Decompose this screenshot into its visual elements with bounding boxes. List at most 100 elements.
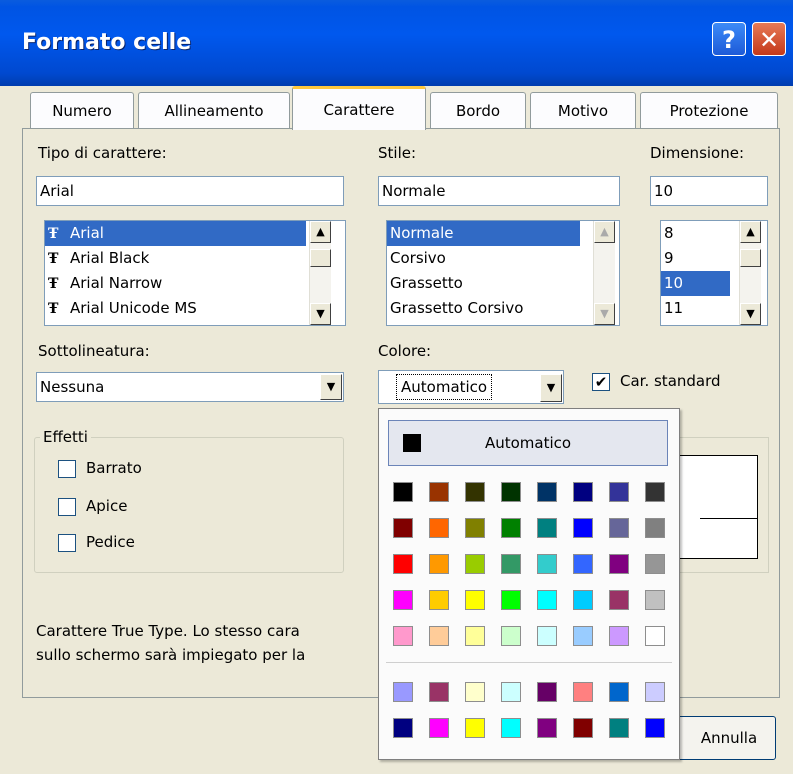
- standard-font-checkbox[interactable]: ✔: [592, 373, 610, 391]
- style-option[interactable]: Grassetto: [387, 271, 619, 296]
- color-swatch[interactable]: [645, 626, 665, 646]
- color-swatch[interactable]: [573, 518, 593, 538]
- size-list-scrollbar[interactable]: ▲ ▼: [739, 221, 761, 325]
- color-swatch[interactable]: [465, 682, 485, 702]
- color-swatch[interactable]: [501, 482, 521, 502]
- color-swatch[interactable]: [429, 482, 449, 502]
- color-swatch[interactable]: [537, 718, 557, 738]
- scroll-thumb[interactable]: [740, 249, 761, 267]
- color-swatch[interactable]: [465, 554, 485, 574]
- color-swatch[interactable]: [501, 626, 521, 646]
- style-option[interactable]: Corsivo: [387, 246, 619, 271]
- color-swatch[interactable]: [465, 718, 485, 738]
- color-swatch[interactable]: [429, 554, 449, 574]
- color-swatch[interactable]: [645, 590, 665, 610]
- color-swatch[interactable]: [537, 626, 557, 646]
- chevron-down-icon[interactable]: ▼: [320, 374, 342, 400]
- color-swatch[interactable]: [393, 482, 413, 502]
- color-swatch[interactable]: [465, 626, 485, 646]
- scroll-up-icon[interactable]: ▲: [310, 221, 331, 243]
- color-select[interactable]: Automatico ▼: [378, 370, 564, 404]
- color-swatch[interactable]: [645, 518, 665, 538]
- strikethrough-checkbox[interactable]: [58, 460, 76, 478]
- color-swatch[interactable]: [609, 482, 629, 502]
- close-button[interactable]: ✕: [752, 22, 786, 56]
- style-list[interactable]: Normale Corsivo Grassetto Grassetto Cors…: [386, 220, 620, 326]
- color-swatch[interactable]: [429, 626, 449, 646]
- style-input[interactable]: Normale: [378, 176, 620, 206]
- color-swatch[interactable]: [573, 682, 593, 702]
- font-list-scrollbar[interactable]: ▲ ▼: [309, 221, 331, 325]
- size-option[interactable]: 10: [661, 271, 730, 296]
- color-swatch[interactable]: [429, 682, 449, 702]
- color-swatch[interactable]: [609, 590, 629, 610]
- color-swatch[interactable]: [573, 718, 593, 738]
- scroll-up-icon[interactable]: ▲: [594, 221, 615, 243]
- color-swatch[interactable]: [501, 518, 521, 538]
- tab-motivo[interactable]: Motivo: [530, 92, 636, 128]
- color-swatch[interactable]: [645, 682, 665, 702]
- color-swatch[interactable]: [393, 518, 413, 538]
- color-swatch[interactable]: [501, 682, 521, 702]
- color-swatch[interactable]: [573, 482, 593, 502]
- tab-allineamento[interactable]: Allineamento: [138, 92, 290, 128]
- tab-bordo[interactable]: Bordo: [430, 92, 526, 128]
- chevron-down-icon[interactable]: ▼: [540, 374, 562, 402]
- color-swatch[interactable]: [609, 518, 629, 538]
- style-option[interactable]: Grassetto Corsivo: [387, 296, 619, 321]
- color-swatch[interactable]: [537, 682, 557, 702]
- automatic-color-option[interactable]: Automatico: [388, 420, 668, 466]
- font-list[interactable]: Ŧ Arial Ŧ Arial Black Ŧ Arial Narrow Ŧ Arial…: [44, 220, 346, 326]
- color-swatch[interactable]: [465, 518, 485, 538]
- color-swatch[interactable]: [537, 554, 557, 574]
- font-option[interactable]: Ŧ Arial Narrow: [45, 271, 345, 296]
- scroll-down-icon[interactable]: ▼: [594, 303, 615, 325]
- color-swatch[interactable]: [393, 626, 413, 646]
- underline-select[interactable]: Nessuna ▼: [36, 372, 344, 402]
- superscript-checkbox[interactable]: [58, 498, 76, 516]
- color-swatch[interactable]: [573, 626, 593, 646]
- size-list[interactable]: 8 9 10 11 ▲ ▼: [660, 220, 768, 326]
- color-swatch[interactable]: [645, 554, 665, 574]
- color-swatch[interactable]: [429, 518, 449, 538]
- font-option[interactable]: Ŧ Arial Unicode MS: [45, 296, 345, 321]
- color-swatch[interactable]: [537, 590, 557, 610]
- color-swatch[interactable]: [537, 482, 557, 502]
- color-swatch[interactable]: [393, 718, 413, 738]
- color-swatch[interactable]: [501, 554, 521, 574]
- color-swatch[interactable]: [393, 554, 413, 574]
- tab-carattere[interactable]: Carattere: [292, 86, 426, 130]
- color-swatch[interactable]: [537, 518, 557, 538]
- scroll-down-icon[interactable]: ▼: [310, 303, 331, 325]
- color-swatch[interactable]: [429, 590, 449, 610]
- color-swatch[interactable]: [465, 590, 485, 610]
- font-input[interactable]: Arial: [36, 176, 344, 206]
- color-swatch[interactable]: [429, 718, 449, 738]
- cancel-button[interactable]: Annulla: [670, 716, 776, 760]
- color-swatch[interactable]: [573, 590, 593, 610]
- color-swatch[interactable]: [645, 482, 665, 502]
- color-swatch[interactable]: [501, 590, 521, 610]
- style-option[interactable]: Normale: [387, 221, 580, 246]
- font-option[interactable]: Ŧ Arial Black: [45, 246, 345, 271]
- help-button[interactable]: ?: [712, 22, 746, 56]
- color-swatch[interactable]: [393, 682, 413, 702]
- color-swatch[interactable]: [609, 554, 629, 574]
- style-list-scrollbar[interactable]: ▲ ▼: [593, 221, 615, 325]
- color-swatch[interactable]: [465, 482, 485, 502]
- scroll-up-icon[interactable]: ▲: [740, 221, 761, 243]
- color-swatch[interactable]: [609, 718, 629, 738]
- color-swatch[interactable]: [609, 626, 629, 646]
- scroll-thumb[interactable]: [310, 249, 331, 267]
- color-swatch[interactable]: [501, 718, 521, 738]
- tab-protezione[interactable]: Protezione: [640, 92, 778, 128]
- color-swatch[interactable]: [609, 682, 629, 702]
- size-input[interactable]: 10: [650, 176, 768, 206]
- color-swatch[interactable]: [645, 718, 665, 738]
- tab-numero[interactable]: Numero: [30, 92, 134, 128]
- scroll-down-icon[interactable]: ▼: [740, 303, 761, 325]
- color-swatch[interactable]: [393, 590, 413, 610]
- color-swatch[interactable]: [573, 554, 593, 574]
- subscript-checkbox[interactable]: [58, 534, 76, 552]
- font-option[interactable]: Ŧ Arial: [45, 221, 306, 246]
